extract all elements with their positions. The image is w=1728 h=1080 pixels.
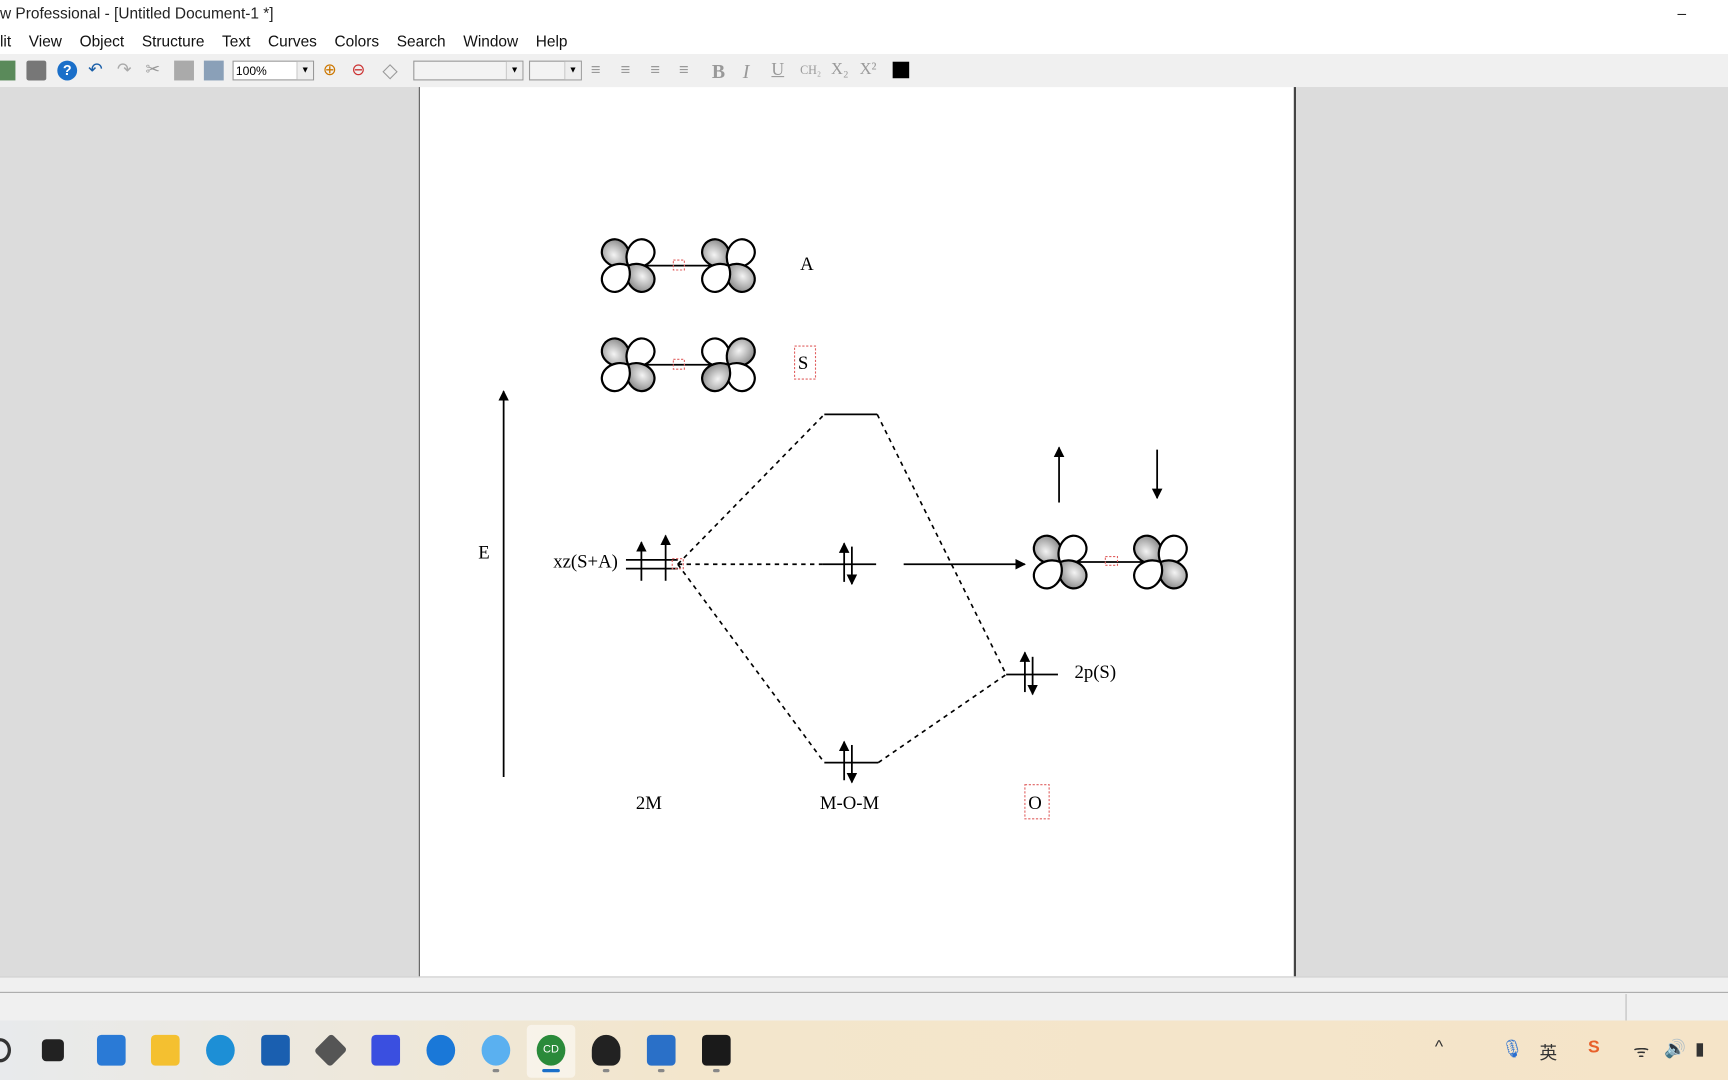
- app-3d-icon[interactable]: [313, 1033, 348, 1068]
- widgets-icon[interactable]: [96, 1034, 126, 1066]
- mo-diagram[interactable]: A S E xz(S+A) 2p(S) 2M M-O-M O: [0, 0, 1728, 976]
- app-arrow-icon[interactable]: [426, 1034, 456, 1066]
- tray-chevron-icon[interactable]: ^: [1435, 1038, 1443, 1058]
- sogou-icon[interactable]: S: [1588, 1038, 1600, 1058]
- search-icon[interactable]: [0, 1038, 12, 1063]
- edge-icon[interactable]: [206, 1034, 235, 1066]
- ime-indicator[interactable]: 英: [1540, 1038, 1558, 1064]
- photos-icon[interactable]: [646, 1034, 676, 1066]
- oxygen-orbital-label: 2p(S): [1074, 662, 1116, 683]
- qq-icon[interactable]: [591, 1034, 621, 1066]
- volume-icon[interactable]: 🔊: [1664, 1038, 1686, 1060]
- recorder-icon[interactable]: [701, 1034, 731, 1066]
- microphone-icon[interactable]: 🎙: [1501, 1038, 1523, 1060]
- battery-icon[interactable]: ▮: [1695, 1038, 1705, 1060]
- file-explorer-icon[interactable]: [150, 1034, 180, 1066]
- chemdraw-icon[interactable]: CD: [536, 1034, 566, 1066]
- label-a: A: [800, 254, 814, 275]
- store-icon[interactable]: [261, 1034, 290, 1066]
- taskbar: CD ^ 🎙 英 S ᯤ 🔊 ▮: [0, 1020, 1728, 1080]
- app-m-icon[interactable]: [371, 1034, 401, 1066]
- selection-box: [1104, 555, 1119, 566]
- column-o: O: [1028, 793, 1042, 814]
- task-view-icon[interactable]: [41, 1039, 64, 1062]
- wifi-icon[interactable]: ᯤ: [1633, 1038, 1649, 1062]
- metal-orbital-label: xz(S+A): [553, 552, 618, 573]
- energy-label: E: [478, 543, 489, 564]
- column-2m: 2M: [636, 793, 662, 814]
- app-browser-icon[interactable]: [481, 1034, 511, 1066]
- column-mom: M-O-M: [820, 793, 880, 814]
- status-bar: [0, 976, 1728, 1022]
- correlation-lines: [677, 413, 1007, 764]
- label-s: S: [798, 353, 808, 374]
